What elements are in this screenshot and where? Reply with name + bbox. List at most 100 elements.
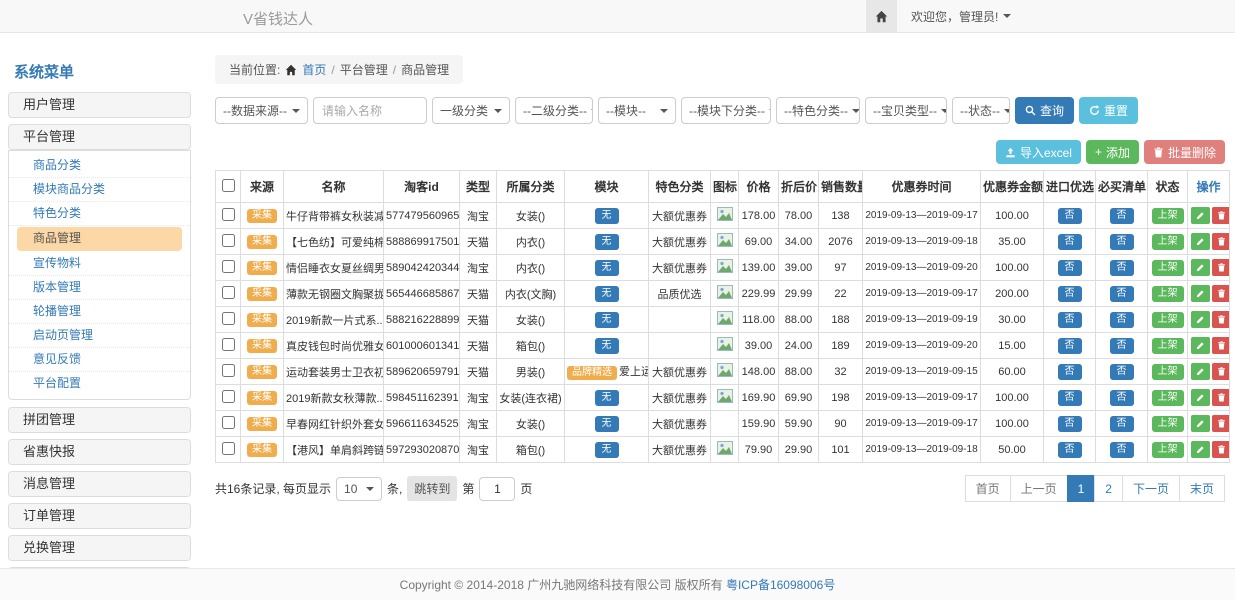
sidebar-item-商品分类[interactable]: 商品分类 bbox=[9, 154, 190, 178]
per-page-select[interactable]: 10 bbox=[336, 477, 382, 501]
icp-link[interactable]: 粤ICP备16098006号 bbox=[726, 576, 835, 593]
row-checkbox[interactable] bbox=[222, 390, 235, 403]
jump-button[interactable]: 跳转到 bbox=[407, 476, 457, 501]
must-buy-toggle[interactable]: 否 bbox=[1110, 286, 1134, 302]
row-checkbox[interactable] bbox=[222, 364, 235, 377]
row-checkbox[interactable] bbox=[222, 312, 235, 325]
sidebar-item-特色分类[interactable]: 特色分类 bbox=[9, 202, 190, 226]
import-select-toggle[interactable]: 否 bbox=[1058, 390, 1082, 406]
status-badge[interactable]: 上架 bbox=[1152, 286, 1184, 302]
import-select-toggle[interactable]: 否 bbox=[1058, 338, 1082, 354]
edit-button[interactable] bbox=[1191, 207, 1210, 224]
import-select-toggle[interactable]: 否 bbox=[1058, 416, 1082, 432]
user-menu[interactable]: 欢迎您，管理员! bbox=[911, 8, 1011, 25]
status-badge[interactable]: 上架 bbox=[1152, 416, 1184, 432]
sidebar-item-意见反馈[interactable]: 意见反馈 bbox=[9, 348, 190, 372]
query-button[interactable]: 查询 bbox=[1015, 97, 1074, 124]
sidebar-item-启动页管理[interactable]: 启动页管理 bbox=[9, 324, 190, 348]
row-checkbox[interactable] bbox=[222, 416, 235, 429]
import-select-toggle[interactable]: 否 bbox=[1058, 364, 1082, 380]
sidebar-item-商品管理[interactable]: 商品管理 bbox=[17, 227, 182, 251]
must-buy-toggle[interactable]: 否 bbox=[1110, 442, 1134, 458]
edit-button[interactable] bbox=[1191, 415, 1210, 432]
status-badge[interactable]: 上架 bbox=[1152, 442, 1184, 458]
status-badge[interactable]: 上架 bbox=[1152, 312, 1184, 328]
delete-button[interactable] bbox=[1212, 363, 1230, 380]
sidebar-section-消息管理[interactable]: 消息管理 bbox=[8, 471, 191, 497]
filter-select-5[interactable]: --模块下分类-- bbox=[681, 97, 771, 124]
page-button-末页[interactable]: 末页 bbox=[1179, 475, 1225, 502]
breadcrumb-home-link[interactable]: 首页 bbox=[302, 61, 326, 78]
reset-button[interactable]: 重置 bbox=[1079, 97, 1138, 124]
import-select-toggle[interactable]: 否 bbox=[1058, 442, 1082, 458]
must-buy-toggle[interactable]: 否 bbox=[1110, 234, 1134, 250]
row-checkbox[interactable] bbox=[222, 260, 235, 273]
home-button[interactable] bbox=[866, 0, 897, 32]
delete-button[interactable] bbox=[1212, 233, 1230, 250]
sidebar-section-兑换管理[interactable]: 兑换管理 bbox=[8, 535, 191, 561]
edit-button[interactable] bbox=[1191, 311, 1210, 328]
filter-select-2[interactable]: 一级分类 bbox=[432, 97, 510, 124]
must-buy-toggle[interactable]: 否 bbox=[1110, 312, 1134, 328]
add-button[interactable]: + 添加 bbox=[1086, 140, 1139, 164]
status-badge[interactable]: 上架 bbox=[1152, 208, 1184, 224]
edit-button[interactable] bbox=[1191, 233, 1210, 250]
sidebar-item-平台配置[interactable]: 平台配置 bbox=[9, 372, 190, 396]
import-select-toggle[interactable]: 否 bbox=[1058, 234, 1082, 250]
status-badge[interactable]: 上架 bbox=[1152, 364, 1184, 380]
page-button-2[interactable]: 2 bbox=[1094, 475, 1123, 502]
import-select-toggle[interactable]: 否 bbox=[1058, 286, 1082, 302]
page-button-下一页[interactable]: 下一页 bbox=[1122, 475, 1180, 502]
page-button-1[interactable]: 1 bbox=[1067, 475, 1096, 502]
sidebar-item-模块商品分类[interactable]: 模块商品分类 bbox=[9, 178, 190, 202]
edit-button[interactable] bbox=[1191, 285, 1210, 302]
import-select-toggle[interactable]: 否 bbox=[1058, 312, 1082, 328]
filter-select-7[interactable]: --宝贝类型-- bbox=[865, 97, 947, 124]
delete-button[interactable] bbox=[1212, 337, 1230, 354]
select-all-checkbox[interactable] bbox=[222, 179, 235, 192]
sidebar-item-轮播管理[interactable]: 轮播管理 bbox=[9, 300, 190, 324]
name-search-input[interactable] bbox=[313, 97, 427, 124]
delete-button[interactable] bbox=[1212, 311, 1230, 328]
delete-button[interactable] bbox=[1212, 259, 1230, 276]
status-badge[interactable]: 上架 bbox=[1152, 260, 1184, 276]
must-buy-toggle[interactable]: 否 bbox=[1110, 338, 1134, 354]
sidebar-section-省惠快报[interactable]: 省惠快报 bbox=[8, 439, 191, 465]
sidebar-section-拼团管理[interactable]: 拼团管理 bbox=[8, 407, 191, 433]
filter-select-8[interactable]: --状态-- bbox=[952, 97, 1010, 124]
delete-button[interactable] bbox=[1212, 285, 1230, 302]
sidebar-section-用户管理[interactable]: 用户管理 bbox=[8, 92, 191, 118]
status-badge[interactable]: 上架 bbox=[1152, 338, 1184, 354]
filter-select-6[interactable]: --特色分类-- bbox=[776, 97, 860, 124]
row-checkbox[interactable] bbox=[222, 338, 235, 351]
must-buy-toggle[interactable]: 否 bbox=[1110, 416, 1134, 432]
must-buy-toggle[interactable]: 否 bbox=[1110, 260, 1134, 276]
edit-button[interactable] bbox=[1191, 441, 1210, 458]
filter-select-4[interactable]: --模块-- bbox=[598, 97, 676, 124]
delete-button[interactable] bbox=[1212, 389, 1230, 406]
row-checkbox[interactable] bbox=[222, 208, 235, 221]
jump-page-input[interactable] bbox=[479, 477, 515, 501]
delete-button[interactable] bbox=[1212, 441, 1230, 458]
sidebar-item-宣传物料[interactable]: 宣传物料 bbox=[9, 252, 190, 276]
import-excel-button[interactable]: 导入excel bbox=[996, 140, 1081, 164]
must-buy-toggle[interactable]: 否 bbox=[1110, 208, 1134, 224]
delete-button[interactable] bbox=[1212, 415, 1230, 432]
filter-select-0[interactable]: --数据来源-- bbox=[215, 97, 308, 124]
filter-select-3[interactable]: --二级分类-- bbox=[515, 97, 593, 124]
edit-button[interactable] bbox=[1191, 389, 1210, 406]
page-button-上一页[interactable]: 上一页 bbox=[1010, 475, 1068, 502]
row-checkbox[interactable] bbox=[222, 234, 235, 247]
status-badge[interactable]: 上架 bbox=[1152, 234, 1184, 250]
batch-delete-button[interactable]: 批量删除 bbox=[1144, 140, 1225, 164]
status-badge[interactable]: 上架 bbox=[1152, 390, 1184, 406]
sidebar-section-平台管理[interactable]: 平台管理 bbox=[8, 124, 191, 150]
edit-button[interactable] bbox=[1191, 337, 1210, 354]
sidebar-section-订单管理[interactable]: 订单管理 bbox=[8, 503, 191, 529]
import-select-toggle[interactable]: 否 bbox=[1058, 208, 1082, 224]
edit-button[interactable] bbox=[1191, 259, 1210, 276]
page-button-首页[interactable]: 首页 bbox=[965, 475, 1011, 502]
edit-button[interactable] bbox=[1191, 363, 1210, 380]
must-buy-toggle[interactable]: 否 bbox=[1110, 364, 1134, 380]
delete-button[interactable] bbox=[1212, 207, 1230, 224]
